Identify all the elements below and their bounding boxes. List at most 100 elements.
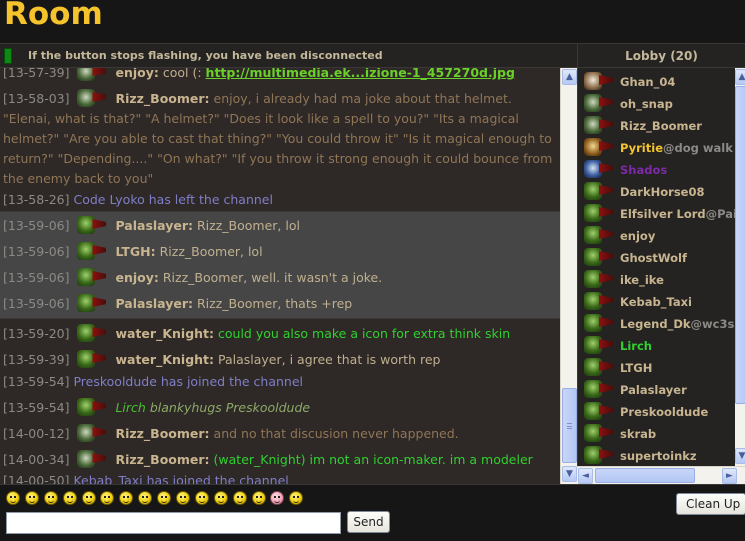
orc-avatar-icon [582,314,616,332]
sender-name[interactable]: LTGH: [115,244,155,259]
sender-name[interactable]: Palaslayer: [115,218,193,233]
surprised-icon[interactable] [138,491,153,505]
scroll-down-button[interactable]: ▼ [562,466,577,482]
sender-name[interactable]: enjoy: [115,68,158,80]
orc-avatar-icon [582,424,616,442]
lobby-user[interactable]: Legend_Dk@wc3si [578,313,735,335]
skull-avatar-icon [582,94,616,112]
gold-avatar-icon [582,138,616,156]
timestamp: [14-00-12] [3,426,70,441]
message-text: Rizz_Boomer, lol [159,244,263,259]
send-button[interactable]: Send [347,511,390,533]
lobby-user-status: @wc3si [690,317,735,331]
lobby-scroll-up-button[interactable]: ▲ [735,69,745,85]
orc-avatar-icon [75,89,109,107]
lobby-scroll-down-button[interactable]: ▼ [735,448,745,464]
chat-message: [13-59-39] water_Knight: Palaslayer, i a… [0,349,560,371]
sender-name[interactable]: Rizz_Boomer: [115,426,209,441]
sender-name[interactable]: Rizz_Boomer: [115,452,209,467]
sad-icon[interactable] [176,491,191,505]
lobby-user[interactable]: Ghan_04 [578,71,735,93]
grin-icon[interactable] [6,491,20,505]
exclaim-icon[interactable] [194,491,209,505]
message-text: Rizz_Boomer, lol [197,218,300,233]
laugh-icon[interactable] [232,491,247,505]
lobby-user[interactable]: GhostWolf [578,247,735,269]
sender-name[interactable]: water_Knight: [115,326,214,341]
orc-avatar-icon [582,380,616,398]
timestamp: [13-59-06] [3,270,70,285]
timestamp: [13-59-54] [3,400,70,415]
lobby-user[interactable]: ike_ike [578,269,735,291]
lobby-horizontal-scrollbar[interactable]: ◄ ► [577,466,745,484]
lobby-user[interactable]: Lirch [578,335,735,357]
lobby-user-name: Shados [620,163,668,177]
lobby-user[interactable]: LTGH [578,357,735,379]
lobby-user[interactable]: supertoinkz [578,445,735,466]
rolleyes-icon[interactable] [289,491,304,505]
frown-icon[interactable] [100,491,115,505]
connection-indicator[interactable] [4,48,12,64]
idea-icon[interactable] [213,491,228,505]
timestamp: [13-59-06] [3,244,70,259]
lobby-user[interactable]: Pyritie@dog walk [578,137,735,159]
chat-message: [13-58-03] Rizz_Boomer: enjoy, i already… [0,88,560,190]
orc-avatar-icon [75,294,109,312]
lobby-user-name: LTGH [620,361,653,375]
lobby-scroll-thumb[interactable] [735,86,745,404]
orc-avatar-icon [75,216,109,234]
chat-message: [13-59-06] LTGH: Rizz_Boomer, lol [0,241,560,263]
scroll-left-button[interactable]: ◄ [578,468,593,484]
tongue-icon[interactable] [81,491,96,505]
orc-avatar-icon [582,292,616,310]
system-text: Kebab_Taxi has joined the channel [73,473,289,484]
lobby-user[interactable]: Rizz_Boomer [578,115,735,137]
lobby-user[interactable]: Preskooldude [578,401,735,423]
lobby-user[interactable]: oh_snap [578,93,735,115]
orc-avatar-icon [75,450,109,468]
scroll-right-button[interactable]: ► [722,468,737,484]
sender-name[interactable]: Palaslayer: [115,296,193,311]
smile-icon[interactable] [24,491,39,505]
orc-avatar-icon [75,424,109,442]
sender-name[interactable]: water_Knight: [115,352,214,367]
lobby-user-name: Legend_Dk [620,317,691,331]
lobby-user[interactable]: DarkHorse08 [578,181,735,203]
chat-message: [13-59-20] water_Knight: could you also … [0,323,560,345]
chat-message: [13-59-06] enjoy: Rizz_Boomer, well. it … [0,267,560,289]
orc-avatar-icon [75,242,109,260]
blush-icon[interactable] [270,491,285,505]
lobby-user[interactable]: Palaslayer [578,379,735,401]
horizontal-scroll-thumb[interactable] [595,468,695,483]
chat-message: [14-00-34] Rizz_Boomer: (water_Knight) i… [0,449,560,470]
lobby-user-name: supertoinkz [620,449,697,463]
happy-icon[interactable] [119,491,134,505]
scroll-thumb[interactable] [562,388,577,463]
wink-icon[interactable] [157,491,172,505]
lobby-user-name: oh_snap [620,97,673,111]
message-text: Palaslayer, i agree that is worth rep [218,352,441,367]
message-text: (water_Knight) im not an icon-maker. im … [213,452,533,467]
sender-name[interactable]: Lirch [115,400,145,415]
sender-name[interactable]: enjoy: [115,270,158,285]
lobby-scrollbar[interactable]: ▲ ▼ [735,68,745,466]
lobby-user-name: DarkHorse08 [620,185,705,199]
cool-icon[interactable] [43,491,58,505]
lobby-title: Lobby (20) [625,49,698,63]
lobby-user-list[interactable]: Ghan_04 oh_snap Rizz_Boomer Pyritie@dog wal… [577,68,735,466]
lobby-user[interactable]: Kebab_Taxi [578,291,735,313]
neutral-icon[interactable] [62,491,77,505]
lobby-user[interactable]: Shados [578,159,735,181]
angry-icon[interactable] [251,491,266,505]
message-text: Rizz_Boomer, thats +rep [197,296,353,311]
lobby-user[interactable]: Elfsilver Lord@Pai [578,203,735,225]
message-link[interactable]: http://multimedia.ek...izione-1_457270d.… [206,68,515,80]
chat-log[interactable]: [13-57-39] enjoy: cool (: http://multime… [0,68,560,484]
clean-up-button[interactable]: Clean Up [676,493,745,515]
sender-name[interactable]: Rizz_Boomer: [115,91,209,106]
scroll-up-button[interactable]: ▲ [562,69,577,85]
lobby-user[interactable]: skrab [578,423,735,445]
message-input[interactable] [6,512,341,534]
chat-scrollbar[interactable]: ▲ ▼ [560,68,577,484]
lobby-user[interactable]: enjoy [578,225,735,247]
